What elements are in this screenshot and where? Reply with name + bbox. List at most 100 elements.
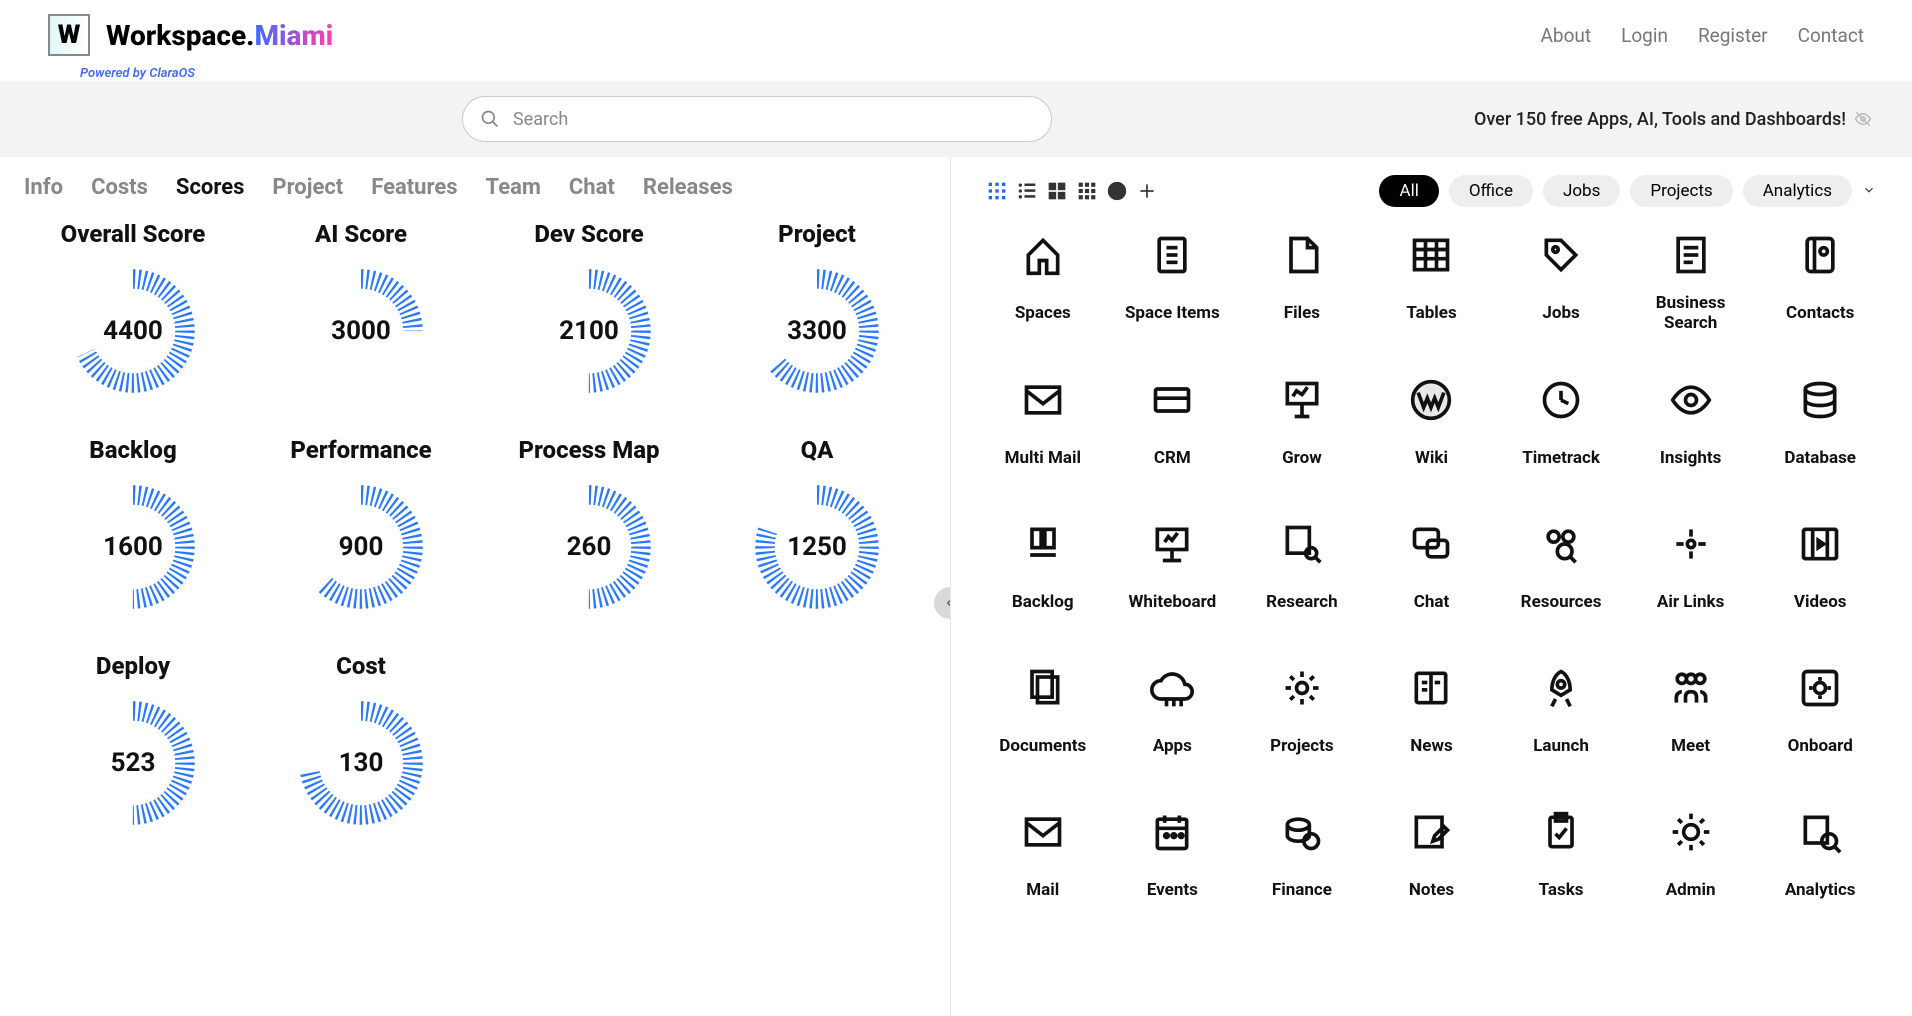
tabs: Info Costs Scores Project Features Team Chat Re… (24, 175, 926, 200)
nav-about[interactable]: About (1541, 24, 1592, 47)
app-label: Jobs (1505, 293, 1617, 333)
score-donut: 900 (296, 482, 426, 612)
plus-icon[interactable] (1137, 181, 1157, 201)
app-apps[interactable]: Apps (1117, 666, 1229, 766)
app-analytics[interactable]: Analytics (1764, 810, 1876, 910)
app-research[interactable]: Research (1246, 522, 1358, 622)
score-card-overall-score[interactable]: Overall Score4400 (24, 220, 242, 396)
app-news[interactable]: News (1376, 666, 1488, 766)
chevron-down-icon[interactable] (1862, 183, 1876, 197)
grid-med-icon[interactable] (1077, 181, 1097, 201)
app-insights[interactable]: Insights (1635, 378, 1747, 478)
app-contacts[interactable]: Contacts (1764, 233, 1876, 334)
tab-team[interactable]: Team (486, 175, 541, 200)
score-card-backlog[interactable]: Backlog1600 (24, 436, 242, 612)
app-grow[interactable]: Grow (1246, 378, 1358, 478)
app-timetrack[interactable]: Timetrack (1505, 378, 1617, 478)
app-whiteboard[interactable]: Whiteboard (1117, 522, 1229, 622)
list-icon[interactable] (1017, 181, 1037, 201)
app-projects[interactable]: Projects (1246, 666, 1358, 766)
app-database[interactable]: Database (1764, 378, 1876, 478)
video-icon (1798, 522, 1842, 566)
tab-costs[interactable]: Costs (91, 175, 148, 200)
filter-projects[interactable]: Projects (1630, 175, 1732, 207)
app-chat[interactable]: Chat (1376, 522, 1488, 622)
app-label: Admin (1635, 870, 1747, 910)
app-notes[interactable]: Notes (1376, 810, 1488, 910)
tagline-text: Over 150 free Apps, AI, Tools and Dashbo… (1474, 109, 1846, 130)
main: InfoCostsScoresProjectFeaturesTeamChatRe… (0, 157, 1912, 1016)
grid-small-icon[interactable] (987, 181, 1007, 201)
tab-info[interactable]: Info (24, 175, 63, 200)
score-title: Process Map (480, 436, 698, 464)
home-icon (1021, 233, 1065, 277)
stack-icon (1021, 522, 1065, 566)
book-icon (1798, 233, 1842, 277)
visibility-off-icon[interactable] (1854, 110, 1872, 128)
nav-contact[interactable]: Contact (1798, 24, 1864, 47)
score-card-cost[interactable]: Cost130 (252, 652, 470, 828)
db-icon (1798, 378, 1842, 422)
app-launch[interactable]: Launch (1505, 666, 1617, 766)
app-multi-mail[interactable]: Multi Mail (987, 378, 1099, 478)
app-label: Insights (1635, 438, 1747, 478)
app-label: Multi Mail (987, 438, 1099, 478)
app-spaces[interactable]: Spaces (987, 233, 1099, 334)
calendar-icon (1150, 810, 1194, 854)
app-onboard[interactable]: Onboard (1764, 666, 1876, 766)
filter-analytics[interactable]: Analytics (1743, 175, 1852, 207)
score-card-process-map[interactable]: Process Map260 (480, 436, 698, 612)
collapse-button[interactable] (934, 587, 950, 619)
score-title: Performance (252, 436, 470, 464)
app-finance[interactable]: Finance (1246, 810, 1358, 910)
filter-jobs[interactable]: Jobs (1543, 175, 1620, 207)
app-label: Timetrack (1505, 438, 1617, 478)
score-card-project[interactable]: Project3300 (708, 220, 926, 396)
score-card-qa[interactable]: QA1250 (708, 436, 926, 612)
smile-icon[interactable] (1107, 181, 1127, 201)
app-wiki[interactable]: Wiki (1376, 378, 1488, 478)
score-title: Backlog (24, 436, 242, 464)
tab-features[interactable]: Features (371, 175, 457, 200)
score-card-deploy[interactable]: Deploy523 (24, 652, 242, 828)
tab-chat[interactable]: Chat (569, 175, 615, 200)
score-title: Dev Score (480, 220, 698, 248)
score-card-dev-score[interactable]: Dev Score 2100 (480, 220, 698, 396)
search-input[interactable] (462, 96, 1052, 142)
tab-project[interactable]: Project (272, 175, 343, 200)
score-value: 2100 (524, 266, 654, 396)
app-crm[interactable]: CRM (1117, 378, 1229, 478)
app-tables[interactable]: Tables (1376, 233, 1488, 334)
nav-login[interactable]: Login (1621, 24, 1668, 47)
app-space-items[interactable]: Space Items (1117, 233, 1229, 334)
filter-all[interactable]: All (1379, 175, 1438, 207)
view-modes (987, 181, 1157, 201)
app-label: Grow (1246, 438, 1358, 478)
app-backlog[interactable]: Backlog (987, 522, 1099, 622)
app-tasks[interactable]: Tasks (1505, 810, 1617, 910)
app-mail[interactable]: Mail (987, 810, 1099, 910)
score-card-performance[interactable]: Performance 900 (252, 436, 470, 612)
nav-register[interactable]: Register (1698, 24, 1768, 47)
app-label: Projects (1246, 726, 1358, 766)
tab-releases[interactable]: Releases (643, 175, 733, 200)
docs-icon (1021, 666, 1065, 710)
score-title: Cost (252, 652, 470, 680)
app-admin[interactable]: Admin (1635, 810, 1747, 910)
app-business-search[interactable]: Business Search (1635, 233, 1747, 334)
app-files[interactable]: Files (1246, 233, 1358, 334)
score-card-ai-score[interactable]: AI Score3000 (252, 220, 470, 396)
powered-by: Powered by ClaraOS (80, 66, 1912, 81)
filter-office[interactable]: Office (1449, 175, 1533, 207)
app-label: Spaces (987, 293, 1099, 333)
app-air-links[interactable]: Air Links (1635, 522, 1747, 622)
app-events[interactable]: Events (1117, 810, 1229, 910)
app-jobs[interactable]: Jobs (1505, 233, 1617, 334)
app-videos[interactable]: Videos (1764, 522, 1876, 622)
app-documents[interactable]: Documents (987, 666, 1099, 766)
tab-scores[interactable]: Scores (176, 175, 244, 200)
pencil-icon (1409, 810, 1453, 854)
app-meet[interactable]: Meet (1635, 666, 1747, 766)
grid-large-icon[interactable] (1047, 181, 1067, 201)
app-resources[interactable]: Resources (1505, 522, 1617, 622)
